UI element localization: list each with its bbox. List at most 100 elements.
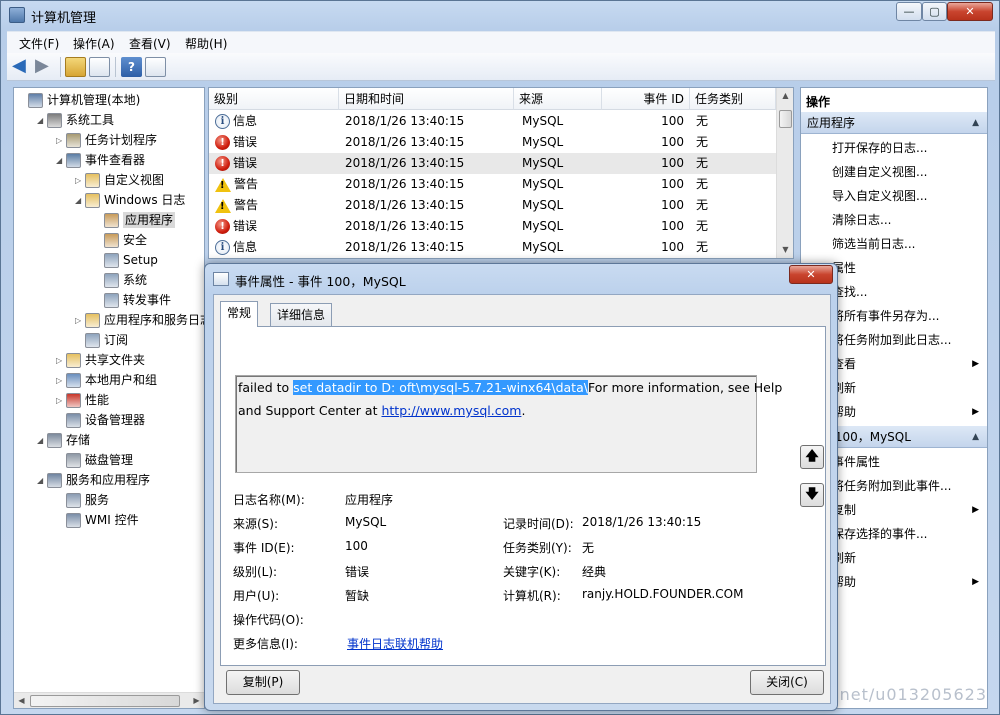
source-cell: MySQL <box>522 135 564 149</box>
tree-item[interactable]: 计算机管理(本地) <box>18 90 140 110</box>
maximize-button[interactable]: ▢ <box>922 2 947 21</box>
column-source[interactable]: 来源 <box>514 88 602 110</box>
event-description[interactable]: failed to set datadir to D: oft\mysql-5.… <box>235 375 782 473</box>
tree-item-label: WMI 控件 <box>85 513 139 527</box>
task-cell: 无 <box>696 177 709 191</box>
submenu-arrow-icon: ▶ <box>972 577 979 587</box>
tree-item[interactable]: ◢ 存储 <box>37 430 90 450</box>
tree-item-label: 共享文件夹 <box>85 353 146 367</box>
menu-file[interactable]: 文件(F) <box>19 35 59 52</box>
tree-item[interactable]: 系统 <box>94 270 147 290</box>
tab-details[interactable]: 详细信息 <box>270 303 333 327</box>
collapse-icon[interactable]: ▲ <box>972 112 979 134</box>
menu-help[interactable]: 帮助(H) <box>185 35 227 52</box>
tree-item[interactable]: ◢ Windows 日志 <box>75 190 185 210</box>
tree-item[interactable]: ▷ 自定义视图 <box>75 170 164 190</box>
column-datetime[interactable]: 日期和时间 <box>339 88 514 110</box>
expand-toggle-icon[interactable]: ◢ <box>75 191 85 211</box>
tree-item[interactable]: ▷ 应用程序和服务日志 <box>75 310 204 330</box>
previous-event-button[interactable]: 🡅 <box>800 445 824 469</box>
expand-toggle-icon[interactable]: ▷ <box>56 351 66 371</box>
tree-item[interactable]: 应用程序 <box>94 210 176 230</box>
list-scrollbar-thumb[interactable] <box>779 110 792 128</box>
next-event-button[interactable]: 🡇 <box>800 483 824 507</box>
event-id-cell: 100 <box>661 198 684 212</box>
back-arrow-icon[interactable]: ◀ <box>12 57 33 77</box>
minimize-button[interactable]: — <box>896 2 922 21</box>
tree-item[interactable]: Setup <box>94 250 158 270</box>
copy-button[interactable]: 复制(P) <box>226 670 300 695</box>
up-level-icon[interactable] <box>65 57 86 77</box>
close-button[interactable]: ✕ <box>947 2 993 21</box>
tree-item-label: 安全 <box>123 233 148 247</box>
tree-item[interactable]: 磁盘管理 <box>56 450 133 470</box>
scroll-down-icon[interactable]: ▼ <box>778 242 793 257</box>
help-icon[interactable]: ? <box>121 57 142 77</box>
dialog-close-button[interactable]: ✕ <box>789 265 833 284</box>
mysql-link[interactable]: http://www.mysql.com <box>381 403 521 418</box>
expand-toggle-icon[interactable]: ◢ <box>37 111 47 131</box>
keywords-label: 关键字(K): <box>503 565 561 579</box>
event-row[interactable]: ! 错误 2018/1/26 13:40:15 MySQL 100 无 <box>209 132 776 153</box>
event-id-value: 100 <box>345 539 368 553</box>
action-item[interactable]: 导入自定义视图... <box>801 184 987 208</box>
menu-view[interactable]: 查看(V) <box>129 35 171 52</box>
tree-item[interactable]: ▷ 性能 <box>56 390 109 410</box>
collapse-icon[interactable]: ▲ <box>972 426 979 448</box>
event-row[interactable]: i 信息 2018/1/26 13:40:15 MySQL 100 无 <box>209 237 776 258</box>
dialog-close-action-button[interactable]: 关闭(C) <box>750 670 824 695</box>
section-application[interactable]: 应用程序 ▲ <box>801 112 987 134</box>
log-name-value: 应用程序 <box>345 493 394 507</box>
tree-item-label: 任务计划程序 <box>85 133 158 147</box>
forward-arrow-icon[interactable]: ▶ <box>35 57 56 77</box>
tree-item[interactable]: ▷ 任务计划程序 <box>56 130 157 150</box>
tree-item[interactable]: 安全 <box>94 230 147 250</box>
event-row[interactable]: ! 警告 2018/1/26 13:40:15 MySQL 100 无 <box>209 195 776 216</box>
scroll-right-icon[interactable]: ▶ <box>189 693 204 708</box>
tree-item[interactable]: ▷ 本地用户和组 <box>56 370 157 390</box>
tree-item[interactable]: 转发事件 <box>94 290 171 310</box>
column-event-id[interactable]: 事件 ID <box>602 88 690 110</box>
tab-general[interactable]: 常规 <box>220 301 259 327</box>
event-row[interactable]: i 信息 2018/1/26 13:40:15 MySQL 100 无 <box>209 111 776 132</box>
task-category-value: 无 <box>582 541 595 555</box>
tree-item[interactable]: 订阅 <box>75 330 128 350</box>
expand-toggle-icon[interactable]: ▷ <box>75 311 85 331</box>
tree-item[interactable]: ▷ 共享文件夹 <box>56 350 145 370</box>
tree-item[interactable]: 服务 <box>56 490 109 510</box>
action-pane-icon[interactable] <box>145 57 166 77</box>
dialog-body: 常规 详细信息 failed to set datadir to D: oft\… <box>213 294 831 704</box>
tree-item[interactable]: WMI 控件 <box>56 510 139 530</box>
column-task-category[interactable]: 任务类别 <box>690 88 776 110</box>
action-item[interactable]: 创建自定义视图... <box>801 160 987 184</box>
description-prefix: failed to <box>238 380 294 395</box>
datetime-cell: 2018/1/26 13:40:15 <box>345 114 465 128</box>
list-vertical-scrollbar[interactable]: ▲ ▼ <box>776 88 793 258</box>
expand-toggle-icon[interactable]: ◢ <box>56 151 66 171</box>
action-item[interactable]: 打开保存的日志... <box>801 136 987 160</box>
event-row[interactable]: ! 错误 2018/1/26 13:40:15 MySQL 100 无 <box>209 153 776 174</box>
tree-item[interactable]: ◢ 服务和应用程序 <box>37 470 150 490</box>
expand-toggle-icon[interactable]: ◢ <box>37 431 47 451</box>
expand-toggle-icon[interactable]: ◢ <box>37 471 47 491</box>
expand-toggle-icon[interactable]: ▷ <box>75 171 85 191</box>
tree-item[interactable]: 设备管理器 <box>56 410 145 430</box>
tree-scrollbar-thumb[interactable] <box>30 695 180 707</box>
event-row[interactable]: ! 警告 2018/1/26 13:40:15 MySQL 100 无 <box>209 174 776 195</box>
menu-action[interactable]: 操作(A) <box>73 35 115 52</box>
expand-toggle-icon[interactable]: ▷ <box>56 131 66 151</box>
expand-toggle-icon[interactable]: ▷ <box>56 391 66 411</box>
action-item[interactable]: 清除日志... <box>801 208 987 232</box>
scroll-up-icon[interactable]: ▲ <box>778 88 793 103</box>
tree-horizontal-scrollbar[interactable]: ◀ ▶ <box>14 692 204 708</box>
wmi-icon <box>66 513 81 528</box>
tree-item[interactable]: ◢ 事件查看器 <box>56 150 145 170</box>
action-item[interactable]: 筛选当前日志... <box>801 232 987 256</box>
column-level[interactable]: 级别 <box>209 88 339 110</box>
expand-toggle-icon[interactable]: ▷ <box>56 371 66 391</box>
show-hide-tree-icon[interactable] <box>89 57 110 77</box>
tree-item[interactable]: ◢ 系统工具 <box>37 110 114 130</box>
event-row[interactable]: ! 错误 2018/1/26 13:40:15 MySQL 100 无 <box>209 216 776 237</box>
scroll-left-icon[interactable]: ◀ <box>14 693 29 708</box>
more-info-link[interactable]: 事件日志联机帮助 <box>347 635 443 652</box>
